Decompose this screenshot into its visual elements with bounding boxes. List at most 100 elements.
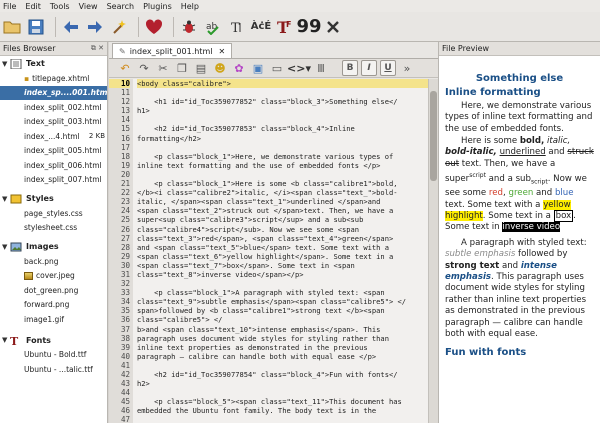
spellcheck-button[interactable]: ab [203, 17, 223, 37]
file-item[interactable]: Ubuntu - ...talic.ttf [0, 362, 107, 377]
insert-special-char-button[interactable]: ▣ [250, 60, 266, 76]
reports-button[interactable]: T [227, 17, 247, 37]
fonts-button[interactable]: TF [275, 17, 295, 37]
menu-edit[interactable]: Edit [25, 2, 41, 11]
file-item[interactable]: index_split_007.html [0, 173, 107, 188]
insert-tag-button[interactable]: ▭ [269, 60, 285, 76]
smarten-punctuation-button[interactable]: ÀċÉ [251, 17, 272, 37]
code-line: b>and <span class="text_10">intense emph… [137, 324, 381, 334]
cut-button[interactable]: ✂ [155, 60, 171, 76]
file-name: index_split_007.html [24, 175, 102, 185]
group-fonts[interactable]: ▼ T Fonts [0, 333, 107, 348]
back-button[interactable] [61, 17, 81, 37]
code-line: class="calibre5"> </ [137, 315, 223, 325]
paste-button[interactable]: ▤ [193, 60, 209, 76]
magic-wand-button[interactable] [109, 17, 129, 37]
close-x-icon [327, 20, 339, 33]
file-item[interactable]: index_split_006.html [0, 158, 107, 173]
scissors-icon: ✂ [158, 61, 168, 75]
redo-button[interactable]: ↷ [136, 60, 152, 76]
insert-image-button[interactable]: ✿ [231, 60, 247, 76]
file-item[interactable]: forward.png [0, 298, 107, 313]
file-item[interactable]: index_...4.html 2 KB [0, 129, 107, 144]
editor-tab[interactable]: ✎ index_split_001.html ✕ [112, 43, 233, 58]
paste-icon: ▤ [195, 61, 207, 75]
underline-button[interactable]: U [380, 60, 396, 76]
overflow-icon: » [403, 61, 411, 75]
file-name: titlepage.xhtml [32, 73, 90, 83]
file-item[interactable]: stylesheet.css [0, 221, 107, 236]
open-book-button[interactable] [2, 17, 22, 37]
bug-icon [182, 20, 196, 33]
code-line: inline text formatting and the use of em… [137, 160, 381, 170]
code-line: class="calibre4">script</sub>. Now we se… [137, 224, 360, 234]
code-line: <h2 id="id_Toc359077854" class="block_4"… [137, 370, 398, 379]
group-styles[interactable]: ▼ Styles [0, 191, 107, 206]
file-item[interactable]: ▪ titlepage.xhtml [0, 71, 107, 86]
panel-controls[interactable]: ⧉ ✕ [91, 44, 104, 53]
file-name: index_split_003.html [24, 117, 102, 127]
line-number: 22 [120, 188, 130, 198]
menu-help[interactable]: Help [181, 2, 199, 11]
code-line: inline text properties as demonstrated i… [137, 342, 368, 352]
expand-arrow-icon: ▼ [2, 242, 8, 251]
file-item[interactable]: dot_green.png [0, 283, 107, 298]
undo-icon: ↶ [120, 61, 130, 75]
line-number: 29 [120, 251, 130, 261]
group-text[interactable]: ▼ Text [0, 56, 107, 71]
preview-content: Something else Inline formatting Here, w… [439, 56, 600, 358]
menu-file[interactable]: File [3, 2, 16, 11]
menu-view[interactable]: View [79, 2, 98, 11]
quotes-button[interactable]: 99 [296, 16, 321, 37]
more-tools-button[interactable]: » [399, 60, 415, 76]
line-number: 17 [120, 142, 130, 152]
code-line: paragraph uses document wide styles for … [137, 333, 389, 343]
file-item[interactable]: page_styles.css [0, 206, 107, 221]
line-number: 24 [120, 206, 130, 216]
file-item[interactable]: back.png [0, 254, 107, 269]
copy-button[interactable]: ❐ [174, 60, 190, 76]
group-images[interactable]: ▼ Images [0, 239, 107, 254]
save-button[interactable] [26, 17, 46, 37]
smiley-icon: ☻ [214, 61, 226, 75]
main-toolbar: ab T ÀċÉ TF 99 [0, 12, 600, 42]
toc-button[interactable]: Ⅲ [313, 60, 329, 76]
code-line: h1> [137, 106, 150, 116]
file-item[interactable]: Ubuntu - Bold.ttf [0, 348, 107, 363]
svg-text:F: F [286, 20, 291, 29]
donate-button[interactable] [144, 17, 164, 37]
close-tab-icon[interactable]: ✕ [218, 47, 225, 56]
line-number: 25 [120, 215, 130, 225]
code-area[interactable]: 10 11 12 13 14 15 16 17 18 19 20 21 22 23 24 25 26 27 28 29… [109, 79, 438, 423]
line-number: 37 [120, 324, 130, 334]
forward-button[interactable] [85, 17, 105, 37]
italic-button[interactable]: I [361, 60, 377, 76]
tag-icon: ▭ [271, 61, 283, 75]
tab-label: index_split_001.html [129, 46, 213, 56]
file-item[interactable]: index_split_005.html [0, 144, 107, 159]
font-icon: TF [277, 18, 291, 36]
preview-heading-2: Fun with fonts [445, 346, 527, 358]
file-item[interactable]: image1.gif [0, 312, 107, 327]
menu-tools[interactable]: Tools [50, 2, 70, 11]
code-line: <p class="block_1">Here, we demonstrate … [137, 151, 394, 161]
scrollbar-thumb[interactable] [430, 91, 437, 181]
tag-menu-button[interactable]: <>▾ [287, 60, 311, 76]
remove-unused-button[interactable] [323, 17, 343, 37]
menu-search[interactable]: Search [107, 2, 134, 11]
code-text[interactable]: <body class="calibre"> <h1 id="id_Toc359… [133, 79, 428, 423]
underline-icon: U [384, 63, 392, 73]
file-item[interactable]: index_split_002.html [0, 100, 107, 115]
beautify-button[interactable]: ☻ [212, 60, 228, 76]
file-item-selected[interactable]: index_sp....001.html [0, 85, 107, 100]
check-book-button[interactable] [179, 17, 199, 37]
redo-icon: ↷ [139, 61, 149, 75]
undo-button[interactable]: ↶ [117, 60, 133, 76]
menu-plugins[interactable]: Plugins [143, 2, 172, 11]
bold-button[interactable]: B [342, 60, 358, 76]
file-item[interactable]: cover.jpeg [0, 269, 107, 284]
file-item[interactable]: index_split_003.html [0, 115, 107, 130]
vertical-scrollbar[interactable] [428, 79, 438, 423]
